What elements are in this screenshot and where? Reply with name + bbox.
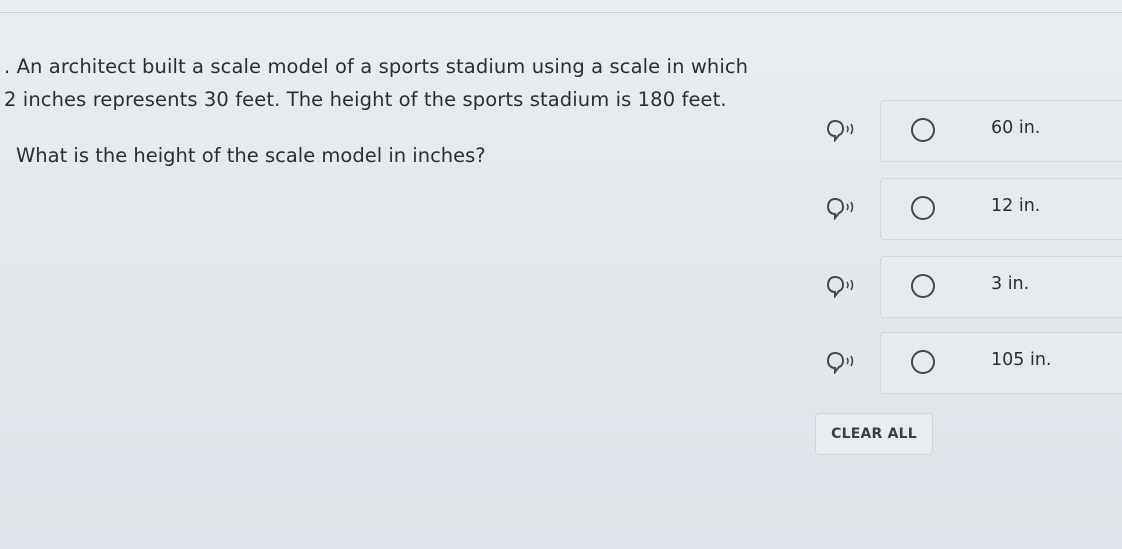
read-aloud-speaker-icon[interactable] xyxy=(826,274,862,298)
choice-label: 105 in. xyxy=(991,350,1052,370)
question-line-1: . An architect built a scale model of a … xyxy=(4,55,749,78)
clear-all-button[interactable]: CLEAR ALL xyxy=(815,413,933,455)
answer-choice-row: 60 in. xyxy=(818,100,1122,162)
question-text: . An architect built a scale model of a … xyxy=(4,50,764,116)
radio-button[interactable] xyxy=(911,274,935,298)
read-aloud-speaker-icon[interactable] xyxy=(826,350,862,374)
answer-choice-row: 105 in. xyxy=(818,332,1122,394)
answer-choice-1[interactable]: 60 in. xyxy=(880,100,1122,162)
question-line-2: 2 inches represents 30 feet. The height … xyxy=(4,88,727,111)
answer-choice-row: 12 in. xyxy=(818,178,1122,240)
choice-label: 3 in. xyxy=(991,274,1030,294)
radio-button[interactable] xyxy=(911,350,935,374)
read-aloud-speaker-icon[interactable] xyxy=(826,118,862,142)
radio-button[interactable] xyxy=(911,118,935,142)
top-divider xyxy=(0,12,1122,13)
choice-label: 12 in. xyxy=(991,196,1041,216)
answer-choice-row: 3 in. xyxy=(818,256,1122,318)
read-aloud-speaker-icon[interactable] xyxy=(826,196,862,220)
answer-choice-3[interactable]: 3 in. xyxy=(880,256,1122,318)
radio-button[interactable] xyxy=(911,196,935,220)
answer-choice-4[interactable]: 105 in. xyxy=(880,332,1122,394)
choice-label: 60 in. xyxy=(991,118,1041,138)
question-prompt: What is the height of the scale model in… xyxy=(16,144,486,167)
answer-choice-2[interactable]: 12 in. xyxy=(880,178,1122,240)
